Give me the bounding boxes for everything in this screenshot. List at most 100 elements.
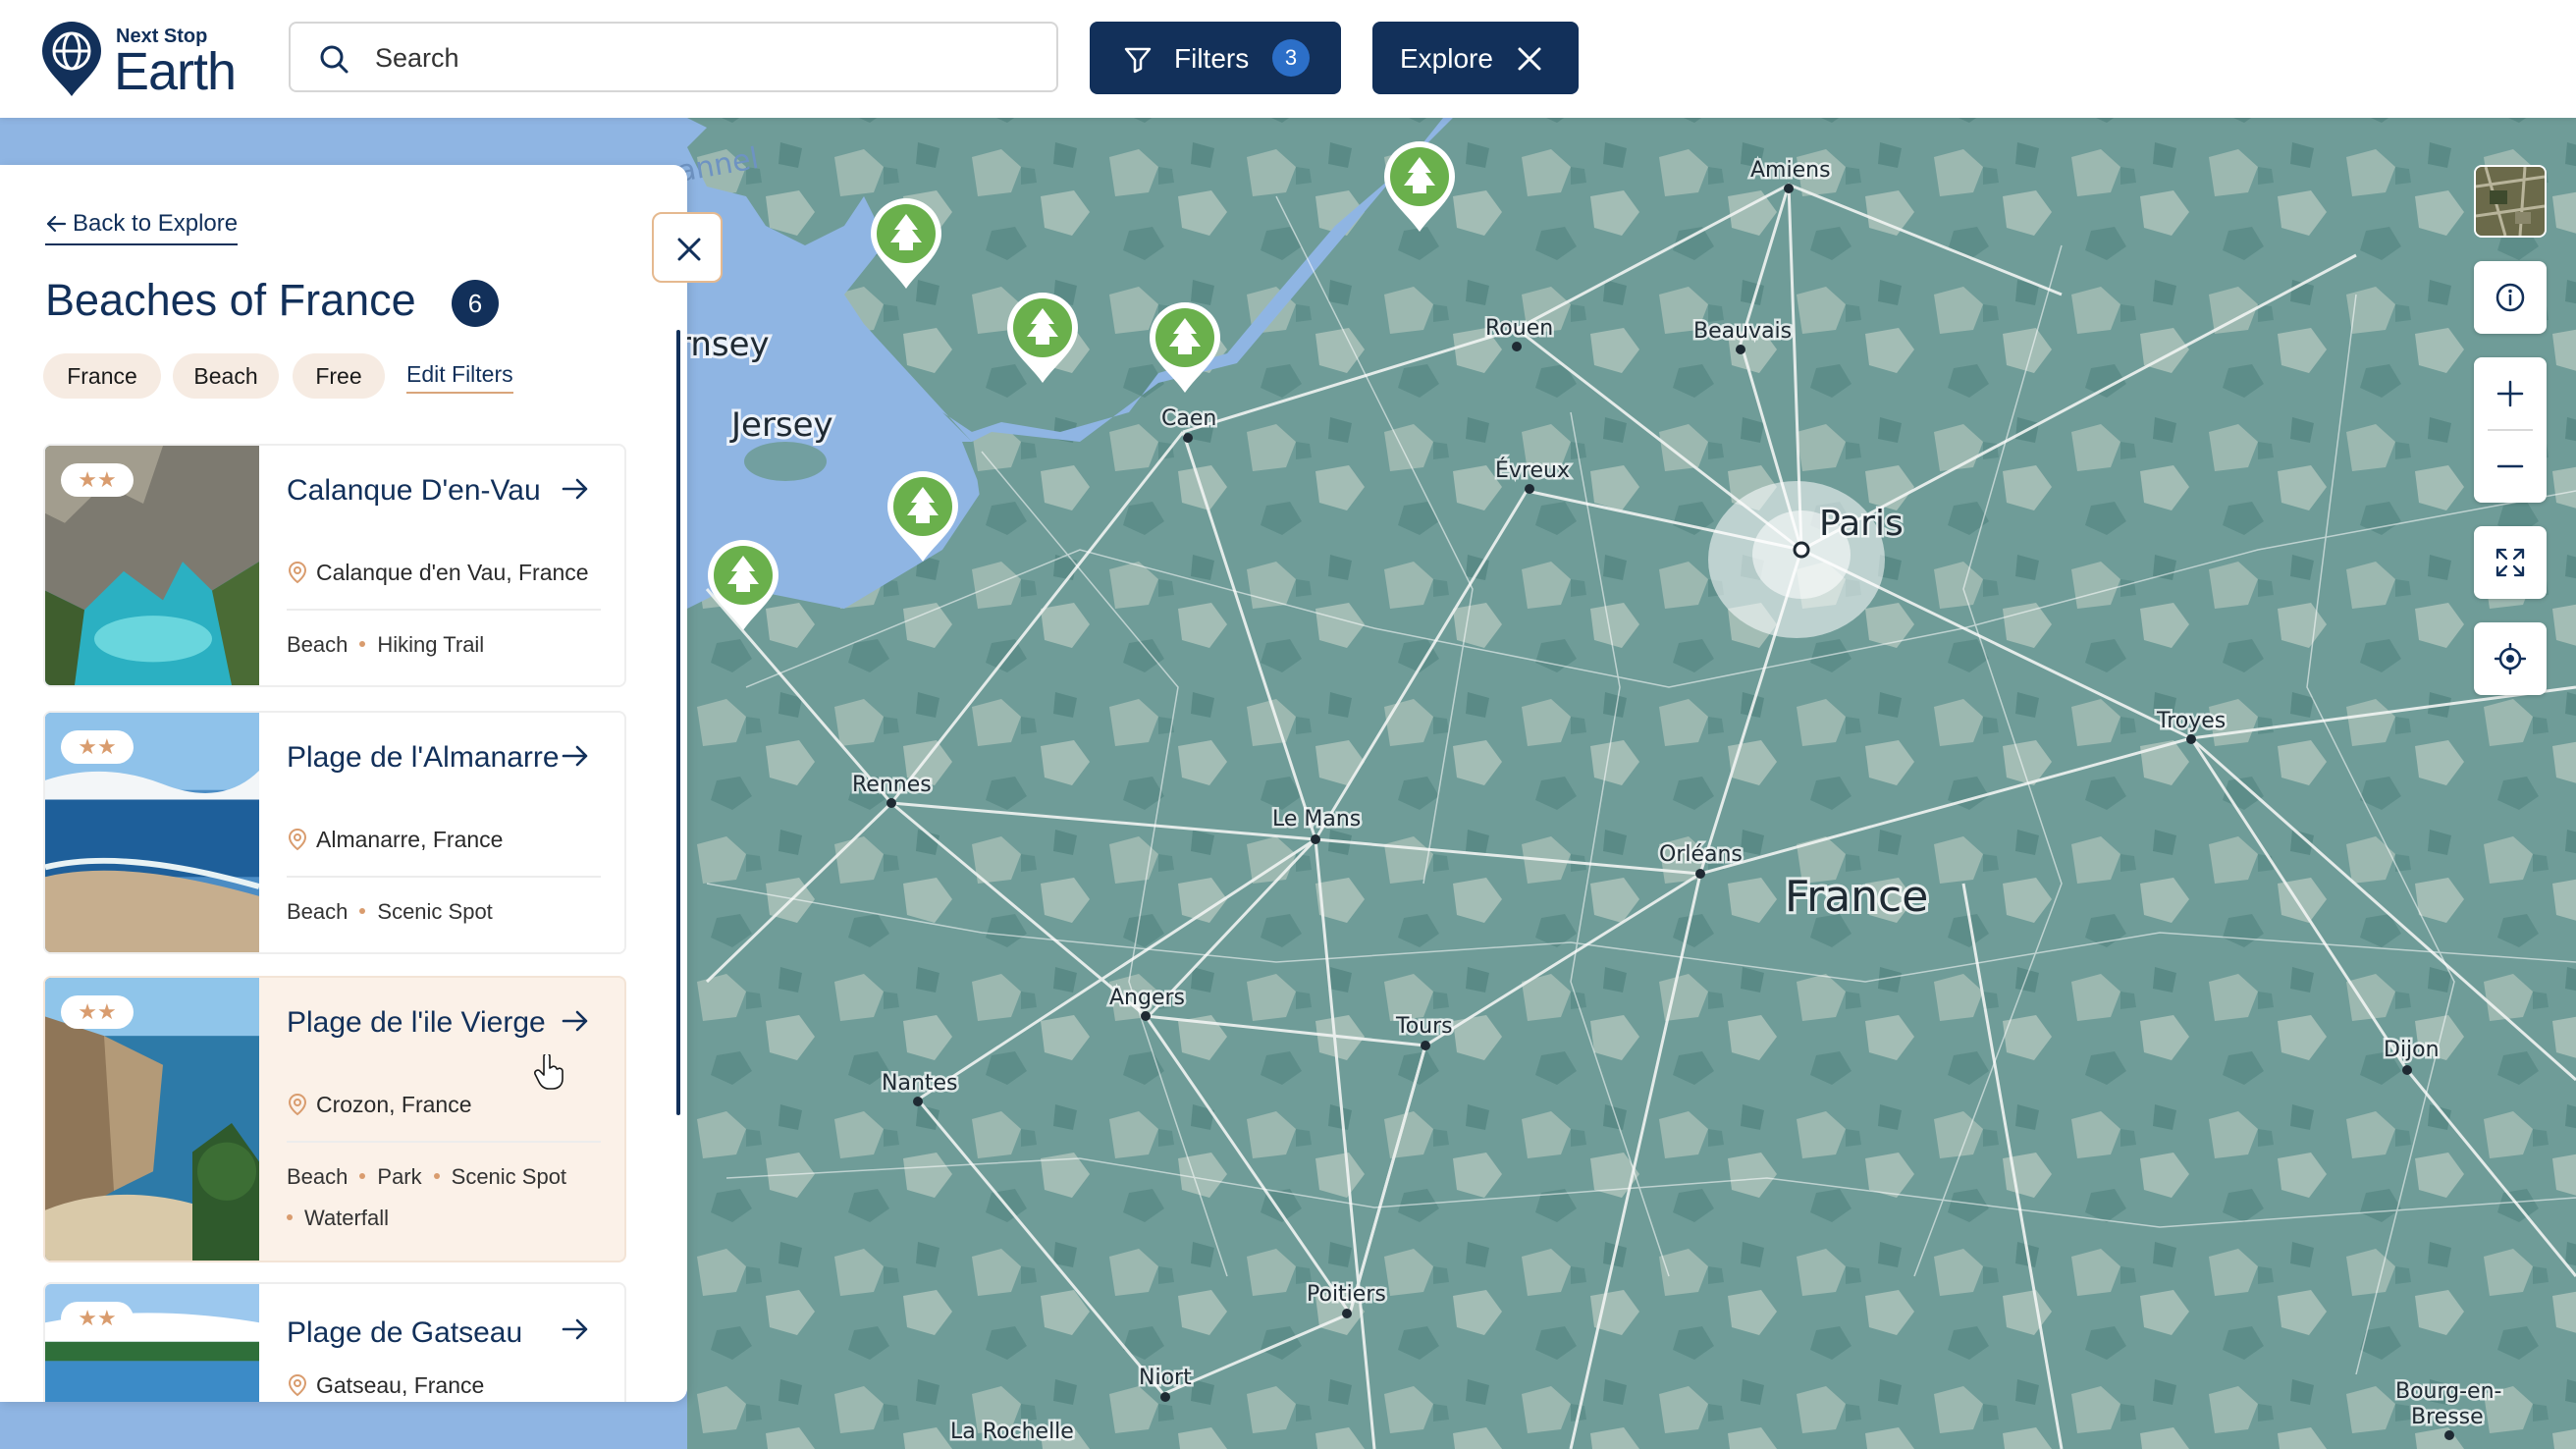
arrow-right-icon[interactable] (562, 477, 589, 501)
card-location: Calanque d'en Vau, France (287, 560, 589, 586)
list-item[interactable]: ★★ Plage de l'Almanarre Almanarre, Franc… (43, 711, 626, 954)
location-pin-icon (288, 828, 307, 851)
city-label-evreux: Évreux (1495, 457, 1570, 483)
city-label-troyes: Troyes (2156, 709, 2226, 733)
info-icon (2496, 283, 2525, 312)
list-item[interactable]: ★★ Plage de l'ile Vierge Crozon, France … (43, 976, 626, 1262)
city-label-paris: Paris (1819, 504, 1904, 544)
explore-button[interactable]: Explore (1372, 22, 1579, 94)
region-label-guernsey: rnsey (677, 325, 770, 364)
close-icon[interactable] (1516, 45, 1543, 73)
card-location: Gatseau, France (287, 1372, 484, 1399)
tag: Beach (287, 899, 349, 924)
tag: Beach (287, 1164, 349, 1189)
city-label-la-rochelle: La Rochelle (950, 1420, 1074, 1444)
city-label-poitiers: Poitiers (1307, 1282, 1386, 1307)
info-button[interactable] (2474, 261, 2547, 334)
satellite-toggle[interactable] (2474, 165, 2547, 238)
card-title: Plage de Gatseau (287, 1316, 523, 1349)
satellite-thumbnail (2476, 167, 2545, 236)
card-location: Almanarre, France (287, 827, 503, 853)
panel-scrollbar[interactable] (676, 330, 680, 1115)
card-location: Crozon, France (287, 1092, 472, 1118)
results-count-badge: 6 (452, 280, 499, 327)
tag: Waterfall (304, 1206, 389, 1230)
globe-pin-icon (42, 22, 101, 96)
chip-beach[interactable]: Beach (173, 353, 279, 399)
zoom-in-icon[interactable] (2495, 378, 2526, 409)
city-label-caen: Caen (1161, 406, 1216, 431)
region-label-france: France (1785, 872, 1928, 922)
close-panel-button[interactable] (652, 212, 723, 283)
city-label-dijon: Dijon (2384, 1038, 2440, 1062)
close-icon (677, 238, 701, 261)
search-input[interactable] (373, 37, 1025, 79)
hand-cursor-icon (534, 1054, 564, 1090)
card-location-text: Crozon, France (316, 1092, 472, 1117)
search-box[interactable] (289, 22, 1058, 92)
chip-free[interactable]: Free (293, 353, 385, 399)
rating-stars: ★★ (61, 463, 134, 497)
card-title: Calanque D'en-Vau (287, 474, 541, 507)
city-label-tours: Tours (1395, 1014, 1453, 1039)
filters-label: Filters (1174, 43, 1250, 74)
top-bar: Next Stop Earth Filters 3 Explore (0, 0, 2576, 118)
city-label-rouen: Rouen (1485, 316, 1553, 341)
zoom-divider (2488, 429, 2533, 431)
back-to-explore-link[interactable]: Back to Explore (45, 210, 239, 245)
card-title: Plage de l'Almanarre (287, 741, 560, 774)
filter-icon (1124, 47, 1152, 74)
tag: Scenic Spot (451, 1164, 567, 1189)
results-panel: Back to Explore Beaches of France 6 Fran… (0, 165, 687, 1402)
city-label-le-mans: Le Mans (1272, 807, 1361, 832)
city-label-rennes: Rennes (852, 773, 932, 797)
location-pin-icon (288, 561, 307, 584)
tag: Scenic Spot (377, 899, 493, 924)
card-location-text: Gatseau, France (316, 1372, 485, 1398)
tag: Hiking Trail (377, 632, 485, 657)
brand-logo[interactable]: Next Stop Earth (39, 20, 265, 101)
city-label-angers: Angers (1109, 986, 1185, 1010)
location-pin-icon (288, 1373, 307, 1397)
card-divider (287, 876, 601, 878)
chip-france[interactable]: France (43, 353, 161, 399)
page-title: Beaches of France (45, 275, 416, 325)
card-divider (287, 609, 601, 611)
filters-count-badge: 3 (1272, 39, 1310, 77)
explore-label: Explore (1400, 43, 1493, 74)
back-to-explore-label: Back to Explore (73, 210, 239, 237)
jersey-island (744, 442, 827, 481)
arrow-left-icon (46, 215, 67, 233)
brand-name: Earth (114, 42, 237, 101)
arrow-right-icon[interactable] (562, 1317, 589, 1341)
city-label-niort: Niort (1139, 1366, 1192, 1390)
rating-stars: ★★ (61, 730, 134, 764)
city-label-bourg-en-bresse-2: Bresse (2411, 1405, 2484, 1429)
arrow-right-icon[interactable] (562, 744, 589, 768)
card-location-text: Almanarre, France (316, 827, 504, 852)
fullscreen-button[interactable] (2474, 526, 2547, 599)
locate-button[interactable] (2474, 622, 2547, 695)
edit-filters-link[interactable]: Edit Filters (406, 361, 513, 394)
zoom-control (2474, 357, 2547, 503)
search-icon (320, 45, 349, 74)
card-title: Plage de l'ile Vierge (287, 1006, 546, 1039)
city-label-nantes: Nantes (882, 1071, 958, 1096)
list-item[interactable]: ★★ Plage de Gatseau Gatseau, France (43, 1282, 626, 1402)
list-item[interactable]: ★★ Calanque D'en-Vau Calanque d'en Vau, … (43, 444, 626, 687)
card-divider (287, 1141, 601, 1143)
locate-icon (2495, 643, 2526, 674)
tag: Beach (287, 632, 349, 657)
city-label-beauvais: Beauvais (1693, 319, 1792, 344)
city-label-orleans: Orléans (1659, 842, 1743, 867)
card-location-text: Calanque d'en Vau, France (316, 560, 589, 585)
fullscreen-icon (2496, 548, 2525, 577)
zoom-out-icon[interactable] (2495, 451, 2526, 482)
filters-button[interactable]: Filters 3 (1090, 22, 1341, 94)
region-label-jersey: Jersey (729, 405, 833, 445)
card-tags: Beach Hiking Trail (287, 624, 611, 666)
location-pin-icon (288, 1093, 307, 1116)
arrow-right-icon[interactable] (562, 1009, 589, 1033)
tag: Park (377, 1164, 422, 1189)
city-label-bourg-en-bresse-1: Bourg-en- (2395, 1379, 2501, 1404)
